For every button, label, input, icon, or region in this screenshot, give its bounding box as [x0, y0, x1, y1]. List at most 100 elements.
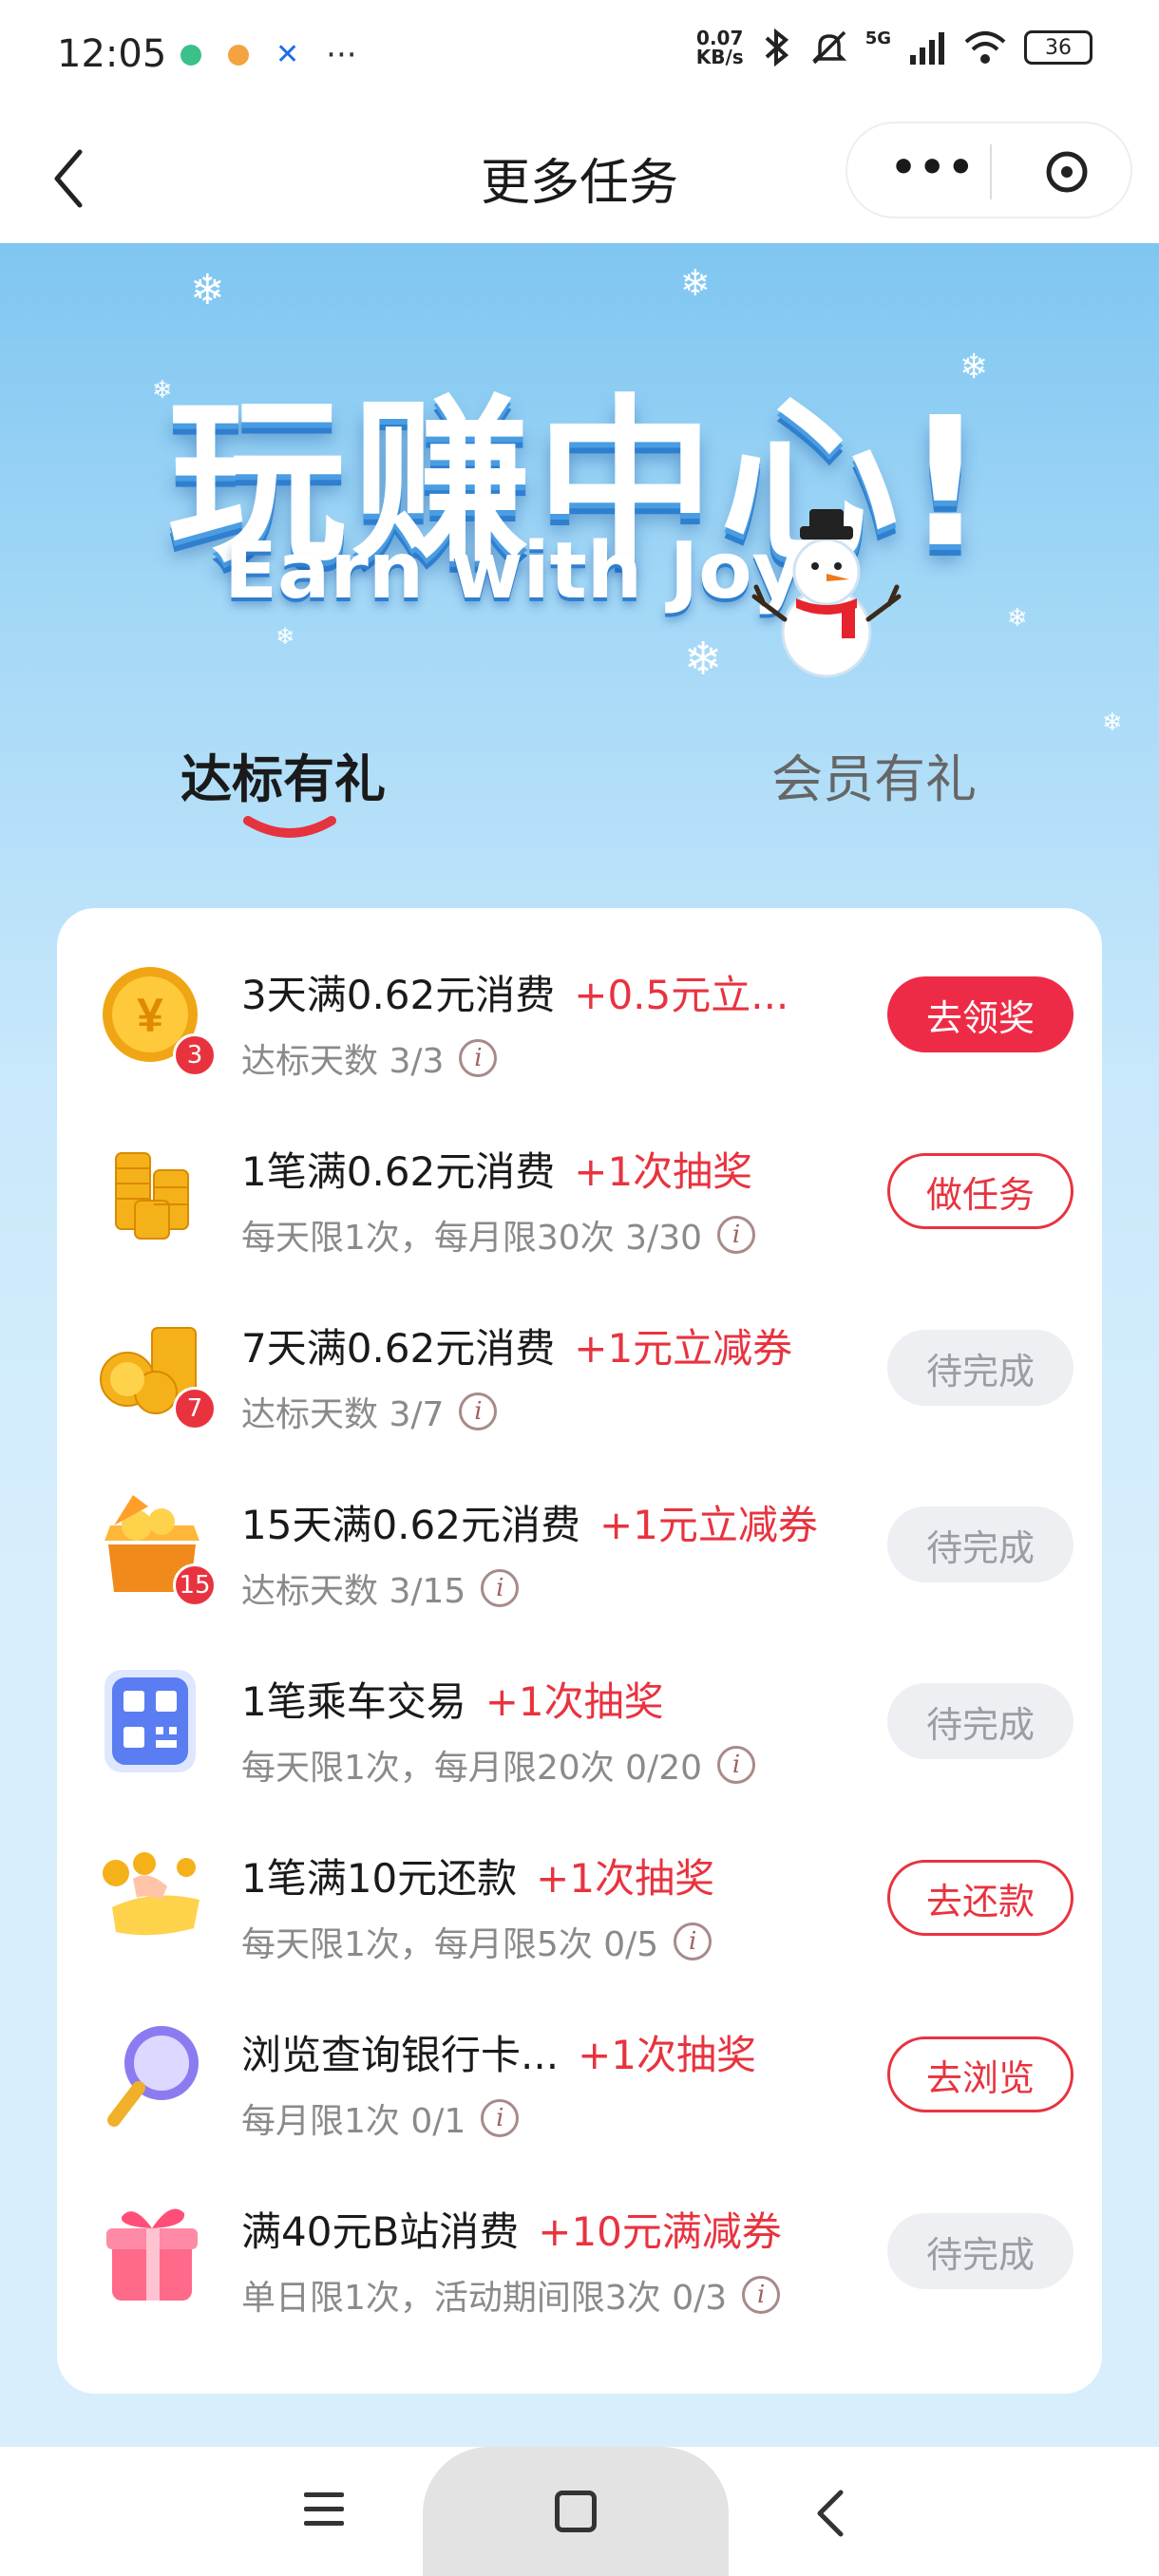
task-row: 1笔乘车交易 +1次抽奖每天限1次，每月限20次 0/20 i 待完成 [57, 1634, 1102, 1810]
notification-icons: ✕ ··· [180, 38, 357, 71]
app-notify-green-icon [180, 44, 201, 66]
task-progress-text: 每天限1次，每月限20次 0/20 [241, 1749, 702, 1788]
task-row: 浏览查询银行卡... +1次抽奖每月限1次 0/1 i 去浏览 [57, 1987, 1102, 2164]
task-reward: +1元立减券 [598, 1502, 818, 1548]
task-action-button[interactable]: 待完成 [887, 2213, 1074, 2289]
task-title: 3天满0.62元消费 +0.5元立... [241, 963, 788, 1021]
miniprogram-capsule: ••• [846, 122, 1132, 218]
task-title-text: 3天满0.62元消费 [241, 972, 556, 1018]
task-action-button[interactable]: 待完成 [887, 1330, 1074, 1406]
task-title: 浏览查询银行卡... +1次抽奖 [241, 2023, 756, 2081]
task-action-button[interactable]: 去浏览 [887, 2036, 1074, 2112]
task-count-badge: 7 [173, 1387, 217, 1430]
nav-bar: 更多任务 ••• [0, 114, 1159, 243]
info-icon[interactable]: i [481, 2099, 520, 2137]
mute-icon [811, 30, 846, 65]
task-title-text: 1笔乘车交易 [241, 1678, 466, 1725]
task-reward: +1次抽奖 [484, 1678, 664, 1725]
info-icon[interactable]: i [717, 1746, 755, 1784]
task-title-text: 满40元B站消费 [241, 2208, 520, 2255]
task-title: 1笔满10元还款 +1次抽奖 [241, 1847, 714, 1904]
task-progress: 每天限1次，每月限5次 0/5 i [241, 1917, 712, 1966]
task-title: 1笔乘车交易 +1次抽奖 [241, 1670, 664, 1728]
task-title-text: 1笔满0.62元消费 [241, 1148, 556, 1195]
snowflake-icon: ❄ [276, 623, 295, 650]
task-row: 1笔满0.62元消费 +1次抽奖每天限1次，每月限30次 3/30 i 做任务 [57, 1104, 1102, 1280]
task-title: 1笔满0.62元消费 +1次抽奖 [241, 1140, 752, 1198]
info-icon[interactable]: i [717, 1216, 755, 1254]
more-options-button[interactable]: ••• [890, 144, 976, 192]
task-row: ¥3 3天满0.62元消费 +0.5元立... 达标天数 3/3 i 去领奖 [57, 927, 1102, 1104]
task-progress: 每月限1次 0/1 i [241, 2093, 520, 2143]
tab-standard-reward[interactable]: 达标有礼 [180, 737, 386, 812]
bluetooth-icon [765, 28, 788, 66]
task-progress: 每天限1次，每月限30次 3/30 i [241, 1210, 755, 1260]
info-icon[interactable]: i [459, 1039, 498, 1077]
coin-stack-icon [95, 1134, 209, 1248]
network-type: 5G [864, 28, 891, 48]
snowflake-icon: ❄ [190, 266, 225, 314]
task-reward: +1次抽奖 [578, 2032, 756, 2078]
task-progress: 达标天数 3/3 i [241, 1033, 498, 1083]
snowflake-icon: ❄ [684, 633, 723, 686]
task-progress-text: 达标天数 3/15 [241, 1572, 466, 1611]
task-action-button[interactable]: 待完成 [887, 1506, 1074, 1582]
info-icon[interactable]: i [481, 1569, 520, 1607]
status-bar: 12:05 ✕ ··· 0.07 KB/s 5G 36 [0, 0, 1159, 114]
task-list-card: ¥3 3天满0.62元消费 +0.5元立... 达标天数 3/3 i 去领奖 1笔满0.62… [57, 908, 1102, 2394]
gift-box-icon [95, 2194, 209, 2308]
snowflake-icon: ❄ [680, 262, 711, 304]
task-progress-text: 每天限1次，每月限5次 0/5 [241, 1925, 659, 1964]
signal-icon [910, 32, 944, 65]
task-count-badge: 15 [173, 1563, 217, 1607]
task-progress: 达标天数 3/15 i [241, 1563, 520, 1613]
task-progress-text: 每月限1次 0/1 [241, 2102, 466, 2141]
task-row: 15 15天满0.62元消费 +1元立减券达标天数 3/15 i 待完成 [57, 1457, 1102, 1634]
task-title: 满40元B站消费 +10元满减券 [241, 2200, 782, 2258]
task-title-text: 15天满0.62元消费 [241, 1502, 580, 1548]
snowflake-icon: ❄ [1102, 709, 1123, 737]
close-miniprogram-icon[interactable] [1045, 150, 1089, 194]
task-reward: +1元立减券 [574, 1325, 793, 1372]
task-action-button[interactable]: 去领奖 [887, 976, 1074, 1052]
task-action-button[interactable]: 去还款 [887, 1860, 1074, 1936]
more-notifications-icon: ··· [326, 35, 357, 74]
task-progress: 达标天数 3/7 i [241, 1387, 498, 1436]
info-icon[interactable]: i [742, 2276, 781, 2314]
task-action-button[interactable]: 做任务 [887, 1153, 1074, 1229]
recent-apps-icon[interactable] [302, 2489, 346, 2530]
task-row: 1笔满10元还款 +1次抽奖每天限1次，每月限5次 0/5 i 去还款 [57, 1810, 1102, 1987]
status-time: 12:05 [57, 32, 167, 76]
task-title-text: 7天满0.62元消费 [241, 1325, 556, 1372]
task-reward: +0.5元立... [574, 972, 789, 1018]
battery-icon: 36 [1024, 30, 1092, 65]
task-reward: +1次抽奖 [536, 1855, 715, 1902]
x-app-icon: ✕ [276, 38, 300, 71]
task-row: 满40元B站消费 +10元满减券 单日限1次，活动期间限3次 0/3 i 待完成 [57, 2164, 1102, 2340]
app-notify-orange-icon [228, 44, 249, 66]
task-title-text: 浏览查询银行卡... [241, 2032, 560, 2078]
qr-code-icon [95, 1664, 209, 1778]
task-progress: 每天限1次，每月限20次 0/20 i [241, 1740, 755, 1790]
system-nav-bar [0, 2447, 1159, 2576]
info-icon[interactable]: i [674, 1923, 712, 1960]
task-reward: +10元满减券 [538, 2208, 782, 2255]
home-icon[interactable] [555, 2491, 597, 2532]
info-icon[interactable]: i [459, 1392, 498, 1430]
task-progress-text: 达标天数 3/7 [241, 1395, 445, 1434]
task-reward: +1次抽奖 [574, 1148, 753, 1195]
svg-text:¥: ¥ [137, 989, 163, 1042]
status-indicators: 0.07 KB/s 5G 36 [696, 28, 1092, 66]
tab-member-reward[interactable]: 会员有礼 [771, 737, 977, 812]
task-title: 15天满0.62元消费 +1元立减券 [241, 1493, 818, 1551]
task-row: 7 7天满0.62元消费 +1元立减券达标天数 3/7 i 待完成 [57, 1280, 1102, 1457]
task-action-button[interactable]: 待完成 [887, 1683, 1074, 1759]
task-progress-text: 每天限1次，每月限30次 3/30 [241, 1219, 702, 1258]
task-title-text: 1笔满10元还款 [241, 1855, 518, 1902]
task-progress-text: 达标天数 3/3 [241, 1042, 445, 1081]
snowman-icon [751, 509, 902, 678]
active-tab-indicator [243, 816, 336, 838]
system-back-icon[interactable] [812, 2487, 850, 2540]
hand-coins-icon [95, 1841, 209, 1955]
task-count-badge: 3 [173, 1033, 217, 1077]
